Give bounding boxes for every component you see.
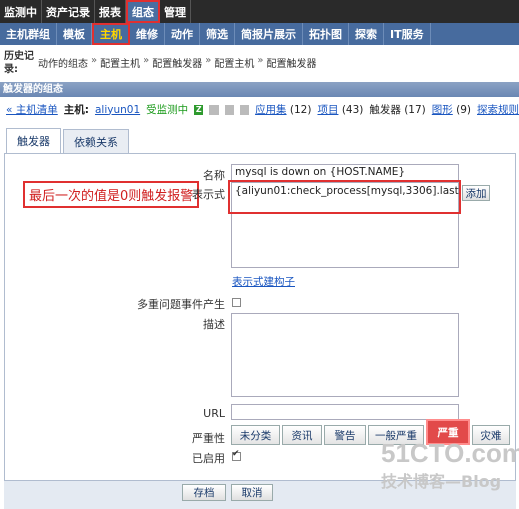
url-label: URL <box>203 407 225 420</box>
severity-warning-button[interactable]: 警告 <box>324 425 366 445</box>
url-input[interactable] <box>231 404 459 420</box>
applications-link-group[interactable]: 应用集 (12) <box>255 102 311 117</box>
expression-constructor-link[interactable]: 表示式建构子 <box>232 274 295 289</box>
items-link-group[interactable]: 项目 (43) <box>317 102 363 117</box>
severity-not-classified-button[interactable]: 未分类 <box>231 425 280 445</box>
add-button[interactable]: 添加 <box>462 185 490 201</box>
history-label: 历史记录: <box>4 50 34 75</box>
breadcrumb-separator: » <box>205 55 212 66</box>
multiple-events-checkbox[interactable] <box>232 298 241 307</box>
watermark-text: 技术博客—Blog <box>381 472 502 491</box>
expression-value: {aliyun01:check_process[mysql,3306].last… <box>228 180 461 214</box>
sub-menu-it-services[interactable]: IT服务 <box>384 23 431 45</box>
sub-menu-maps[interactable]: 拓扑图 <box>303 23 349 45</box>
severity-label: 严重性 <box>192 432 225 445</box>
jmx-icon <box>224 104 234 115</box>
sub-menu-templates[interactable]: 模板 <box>57 23 92 45</box>
sub-menu-slides[interactable]: 简报片展示 <box>235 23 303 45</box>
graphs-link-group[interactable]: 图形 (9) <box>432 102 471 117</box>
sub-menu: 主机群组 模板 主机 维修 动作 筛选 简报片展示 拓扑图 探索 IT服务 <box>0 23 519 45</box>
expression-label: 表示式 <box>192 188 225 201</box>
enabled-label: 已启用 <box>192 452 225 465</box>
triggers-label: 触发器 (17) <box>369 104 426 116</box>
breadcrumb-item[interactable]: 配置触发器 <box>267 55 317 70</box>
sub-menu-actions[interactable]: 动作 <box>165 23 200 45</box>
top-menu-reports[interactable]: 报表 <box>95 0 126 23</box>
save-button[interactable]: 存档 <box>182 484 226 501</box>
top-menu-administration[interactable]: 管理 <box>160 0 191 23</box>
history-bar: 历史记录: 动作的组态 » 配置主机 » 配置触发器 » 配置主机 » 配置触发… <box>0 46 519 79</box>
severity-information-button[interactable]: 资讯 <box>282 425 322 445</box>
host-list-link[interactable]: « 主机清单 <box>6 102 58 117</box>
ipmi-icon <box>239 104 250 115</box>
top-menu-configuration[interactable]: 组态 <box>126 0 160 23</box>
description-textarea[interactable] <box>231 313 459 397</box>
description-label: 描述 <box>203 318 225 331</box>
zabbix-agent-icon: Z <box>194 104 204 115</box>
breadcrumb-separator: » <box>91 55 98 66</box>
sub-menu-maintenance[interactable]: 维修 <box>130 23 165 45</box>
breadcrumb-item[interactable]: 配置主机 <box>214 55 254 70</box>
discovery-rules-link[interactable]: 探索规则 <box>477 102 519 117</box>
top-menu: 监测中 资产记录 报表 组态 管理 <box>0 0 519 23</box>
cancel-button[interactable]: 取消 <box>231 484 273 501</box>
multiple-events-label: 多重问题事件产生 <box>137 298 225 311</box>
breadcrumb-separator: » <box>257 55 264 66</box>
breadcrumb-item[interactable]: 配置触发器 <box>152 55 202 70</box>
breadcrumb: 动作的组态 » 配置主机 » 配置触发器 » 配置主机 » 配置触发器 <box>38 55 317 70</box>
section-title: 触发器的组态 <box>0 82 519 97</box>
sub-menu-filters[interactable]: 筛选 <box>200 23 235 45</box>
watermark: 51CTO.com 技术博客—Blog <box>381 438 519 494</box>
watermark-logo: 51CTO.com <box>381 438 519 468</box>
tab-bar: 触发器 依赖关系 <box>4 128 516 154</box>
top-menu-monitoring[interactable]: 监测中 <box>0 0 42 23</box>
sub-menu-hosts[interactable]: 主机 <box>92 23 130 45</box>
tab-dependencies[interactable]: 依赖关系 <box>63 129 129 153</box>
host-info-bar: « 主机清单 主机: aliyun01 受监测中 Z 应用集 (12) 项目 (… <box>0 100 519 119</box>
enabled-checkbox[interactable] <box>232 449 241 461</box>
host-label: 主机: <box>63 104 89 116</box>
sub-menu-host-groups[interactable]: 主机群组 <box>0 23 57 45</box>
snmp-icon <box>209 104 219 115</box>
sub-menu-discovery[interactable]: 探索 <box>349 23 384 45</box>
breadcrumb-item[interactable]: 动作的组态 <box>38 55 88 70</box>
tab-trigger[interactable]: 触发器 <box>6 128 61 153</box>
host-status: 受监测中 <box>146 104 189 116</box>
host-name-link[interactable]: aliyun01 <box>95 104 140 116</box>
top-menu-inventory[interactable]: 资产记录 <box>42 0 95 23</box>
breadcrumb-item[interactable]: 配置主机 <box>100 55 140 70</box>
breadcrumb-separator: » <box>143 55 150 66</box>
name-input[interactable]: mysql is down on {HOST.NAME} <box>231 164 459 181</box>
